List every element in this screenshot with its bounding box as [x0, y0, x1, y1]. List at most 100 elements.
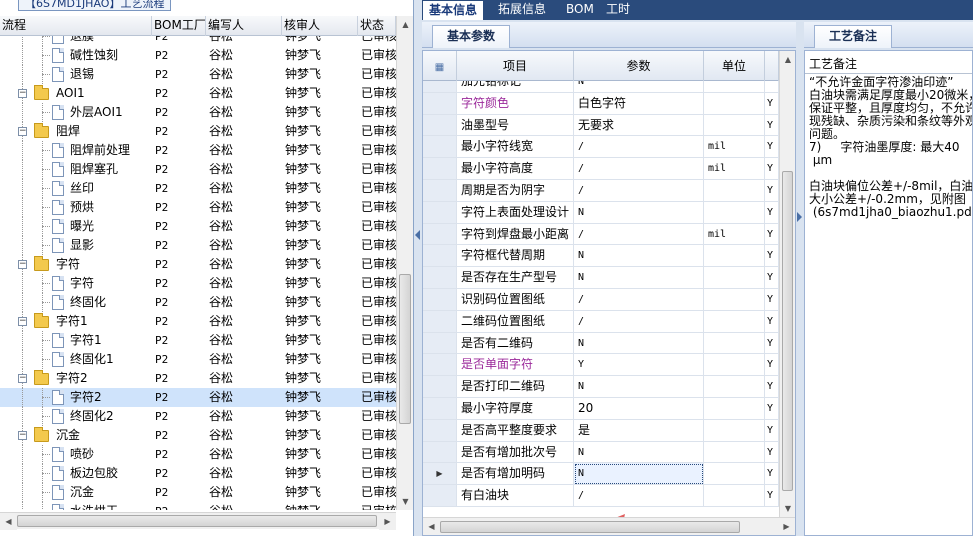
row-selector[interactable] [423, 81, 457, 93]
tree-node[interactable]: 阻焊塞孔 [0, 160, 152, 179]
row-selector[interactable] [423, 92, 457, 115]
tree-row[interactable]: 字符2 P2 谷松 钟梦飞 已审核 [0, 388, 396, 407]
param-row[interactable]: 是否有二维码 N Y [423, 332, 779, 355]
collapse-left-icon[interactable] [415, 230, 420, 240]
col-bom-factory[interactable]: BOM工厂 [152, 16, 206, 36]
param-value-cell[interactable]: Y [574, 354, 704, 377]
tree-row[interactable]: 字符 P2 谷松 钟梦飞 已审核 [0, 274, 396, 293]
tab-work-hours[interactable]: 工时 [600, 0, 636, 20]
col-status[interactable]: 状态 [358, 16, 396, 36]
tree-row[interactable]: 终固化2 P2 谷松 钟梦飞 已审核 [0, 407, 396, 426]
tree-row[interactable]: 显影 P2 谷松 钟梦飞 已审核 [0, 236, 396, 255]
tree-horizontal-scrollbar[interactable]: ◀ ▶ [0, 512, 396, 530]
row-selector[interactable] [423, 267, 457, 289]
tree-node[interactable]: 板边包胶 [0, 464, 152, 483]
tree-node[interactable]: 外层AOI1 [0, 103, 152, 122]
param-row[interactable]: 是否高平整度要求是 Y [423, 419, 779, 442]
tree-row[interactable]: 终固化1 P2 谷松 钟梦飞 已审核 [0, 350, 396, 369]
tree-row[interactable]: 终固化 P2 谷松 钟梦飞 已审核 [0, 293, 396, 312]
col-item[interactable]: 项目 [457, 51, 574, 81]
param-value-cell[interactable]: 是 [574, 419, 704, 442]
tree-row[interactable]: 碱性蚀刻 P2 谷松 钟梦飞 已审核 [0, 46, 396, 65]
param-value-cell[interactable]: / [574, 288, 704, 311]
row-selector[interactable] [423, 419, 457, 442]
row-selector[interactable] [423, 485, 457, 507]
param-value-cell[interactable]: N [574, 441, 704, 464]
param-value-cell[interactable]: / [574, 179, 704, 202]
collapse-toggle-icon[interactable]: − [18, 374, 27, 383]
tree-row[interactable]: 外层AOI1 P2 谷松 钟梦飞 已审核 [0, 103, 396, 122]
param-row[interactable]: 加先铅标记 N [423, 81, 779, 93]
param-row[interactable]: 有白油块 / Y [423, 485, 779, 507]
param-value-cell[interactable]: / [574, 158, 704, 180]
scroll-right-icon[interactable]: ▶ [778, 518, 795, 535]
collapse-toggle-icon[interactable]: − [18, 89, 27, 98]
tree-row[interactable]: 丝印 P2 谷松 钟梦飞 已审核 [0, 179, 396, 198]
col-param[interactable]: 参数 [574, 51, 704, 81]
param-row[interactable]: ▶ 是否有增加明码 N Y [423, 463, 779, 486]
row-selector[interactable] [423, 179, 457, 202]
scroll-left-icon[interactable]: ◀ [0, 513, 17, 530]
tab-extended-info[interactable]: 拓展信息 [492, 0, 552, 20]
row-selector[interactable] [423, 310, 457, 333]
param-value-cell[interactable]: N [574, 376, 704, 398]
param-value-cell[interactable]: / [574, 310, 704, 333]
param-value-cell[interactable]: N [574, 267, 704, 289]
param-row[interactable]: 周期是否为阴字 / Y [423, 179, 779, 202]
param-row[interactable]: 是否打印二维码 N Y [423, 376, 779, 398]
param-value-cell[interactable]: 无要求 [574, 114, 704, 137]
param-value-cell[interactable]: N [574, 81, 704, 93]
tree-row[interactable]: − 字符 P2 谷松 钟梦飞 已审核 [0, 255, 396, 274]
row-selector[interactable] [423, 136, 457, 159]
tree-node[interactable]: − 字符 [0, 255, 152, 274]
grid-vertical-scrollbar[interactable]: ▲ ▼ [779, 51, 795, 517]
row-selector[interactable] [423, 114, 457, 137]
scroll-thumb[interactable] [440, 521, 740, 533]
scroll-right-icon[interactable]: ▶ [379, 513, 396, 530]
tree-node[interactable]: − 字符2 [0, 369, 152, 388]
tree-row[interactable]: 阻焊前处理 P2 谷松 钟梦飞 已审核 [0, 141, 396, 160]
param-row[interactable]: 字符颜色 白色字符 Y [423, 92, 779, 115]
tree-node[interactable]: 喷砂 [0, 445, 152, 464]
tab-bom[interactable]: BOM [560, 0, 600, 20]
tree-node[interactable]: 丝印 [0, 179, 152, 198]
collapse-toggle-icon[interactable]: − [18, 317, 27, 326]
col-author[interactable]: 编写人 [206, 16, 282, 36]
collapse-right-icon[interactable] [797, 212, 802, 222]
tree-node[interactable]: 字符1 [0, 331, 152, 350]
tree-row[interactable]: 沉金 P2 谷松 钟梦飞 已审核 [0, 483, 396, 502]
tree-node[interactable]: 阻焊前处理 [0, 141, 152, 160]
scroll-up-icon[interactable]: ▲ [397, 16, 413, 33]
tree-row[interactable]: 水洗烘干 P2谷松钟梦飞已审核 [0, 502, 396, 510]
tree-node[interactable]: − 阻焊 [0, 122, 152, 141]
tree-row[interactable]: − 阻焊 P2 谷松 钟梦飞 已审核 [0, 122, 396, 141]
row-selector[interactable] [423, 441, 457, 464]
tree-node[interactable]: 退膜 [0, 36, 152, 46]
param-row[interactable]: 最小字符线宽 / mil Y [423, 136, 779, 159]
row-selector[interactable] [423, 376, 457, 398]
row-selector[interactable] [423, 223, 457, 246]
param-row[interactable]: 是否单面字符 Y Y [423, 354, 779, 377]
param-value-cell[interactable]: / [574, 136, 704, 159]
tree-row[interactable]: 阻焊塞孔 P2 谷松 钟梦飞 已审核 [0, 160, 396, 179]
param-value-cell[interactable]: N [574, 201, 704, 224]
tree-row[interactable]: − 沉金 P2 谷松 钟梦飞 已审核 [0, 426, 396, 445]
param-value-cell[interactable]: N [574, 245, 704, 268]
tree-node[interactable]: 字符 [0, 274, 152, 293]
scroll-thumb[interactable] [17, 515, 377, 527]
scroll-thumb[interactable] [399, 274, 411, 424]
tree-node[interactable]: 沉金 [0, 483, 152, 502]
scroll-up-icon[interactable]: ▲ [780, 51, 795, 68]
param-row[interactable]: 识别码位置图纸 / Y [423, 288, 779, 311]
param-row[interactable]: 最小字符厚度 20 Y [423, 397, 779, 420]
tree-node[interactable]: 退锡 [0, 65, 152, 84]
scroll-down-icon[interactable]: ▼ [397, 493, 413, 510]
tree-node[interactable]: − 沉金 [0, 426, 152, 445]
tree-node[interactable]: 字符2 [0, 388, 152, 407]
col-extra[interactable] [765, 51, 779, 81]
param-value-cell[interactable]: N [574, 463, 704, 486]
row-selector[interactable] [423, 397, 457, 420]
param-value-cell[interactable]: / [574, 223, 704, 246]
row-selector[interactable] [423, 288, 457, 311]
splitter-left[interactable] [414, 0, 422, 536]
